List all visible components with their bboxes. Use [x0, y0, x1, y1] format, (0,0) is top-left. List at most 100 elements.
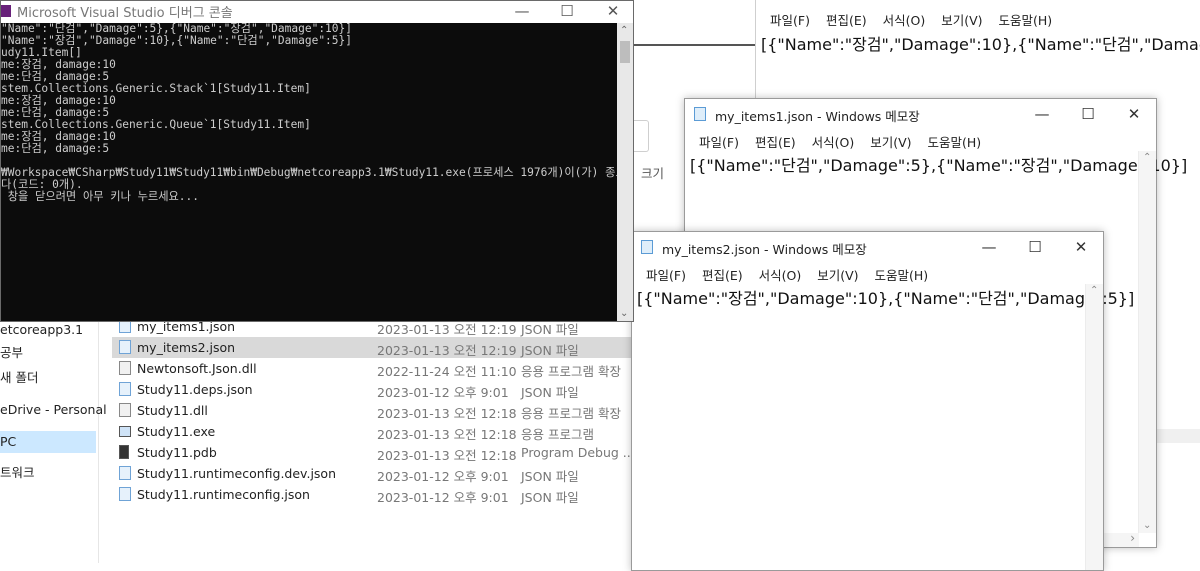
file-row[interactable]: Study11.pdb 2023-01-13 오전 12:18 Program De…	[112, 442, 635, 463]
json-file-icon	[119, 340, 131, 354]
json-file-icon	[119, 487, 131, 501]
file-type: Program Debug ...	[521, 445, 635, 460]
scroll-right-icon[interactable]: ›	[1130, 531, 1135, 545]
text-editor[interactable]: [{"Name":"장검","Damage":10},{"Name":"단검",…	[761, 31, 1200, 55]
menu-edit[interactable]: 편집(E)	[818, 10, 875, 29]
console-output[interactable]: "Name":"단검","Damage":5},{"Name":"장검","Da…	[1, 23, 617, 321]
menu-bar: 파일(F) 편집(E) 서식(O) 보기(V) 도움말(H)	[685, 130, 1156, 152]
visual-studio-icon	[1, 5, 11, 17]
file-type: JSON 파일	[521, 385, 579, 400]
console-line: me:단검, damage:5	[1, 142, 110, 155]
json-file-icon	[119, 466, 131, 480]
file-row[interactable]: Study11.deps.json 2023-01-12 오후 9:01 JSON …	[112, 379, 632, 400]
file-row[interactable]: my_items2.json 2023-01-13 오전 12:19 JSON 파일	[112, 337, 632, 358]
menu-edit[interactable]: 편집(E)	[747, 132, 804, 151]
size-column-header[interactable]: 크기	[641, 163, 664, 182]
scroll-thumb[interactable]	[620, 41, 630, 63]
menu-help[interactable]: 도움말(H)	[991, 10, 1061, 29]
nav-item-network[interactable]: 트워크	[0, 462, 96, 484]
menu-view[interactable]: 보기(V)	[933, 10, 990, 29]
file-date: 2023-01-13 오전 12:19	[377, 343, 517, 358]
minimize-icon[interactable]: —	[966, 232, 1012, 262]
window-title: my_items1.json - Windows 메모장	[715, 109, 920, 124]
file-name: Newtonsoft.Json.dll	[137, 361, 257, 376]
scroll-down-icon[interactable]: ⌄	[1143, 520, 1151, 531]
console-line: ₩Workspace₩CSharp₩Study11₩Study11₩bin₩De…	[1, 166, 617, 179]
close-icon[interactable]: ✕	[590, 1, 636, 23]
maximize-icon[interactable]: ☐	[544, 1, 590, 23]
file-type: 응용 프로그램 확장	[521, 406, 621, 421]
file-date: 2023-01-12 오후 9:01	[377, 490, 509, 505]
menu-edit[interactable]: 편집(E)	[694, 265, 751, 284]
notepad-window-items2: my_items2.json - Windows 메모장 — ☐ ✕ 파일(F)…	[631, 231, 1134, 571]
debug-console-window: Microsoft Visual Studio 디버그 콘솔 — ☐ ✕ "Na…	[0, 0, 634, 322]
scroll-corner	[1157, 429, 1200, 443]
file-date: 2023-01-13 오전 12:18	[377, 427, 517, 442]
console-line: 창을 닫으려면 아무 키나 누르세요...	[1, 190, 199, 203]
search-box-edge[interactable]	[634, 120, 649, 152]
file-date: 2023-01-13 오전 12:18	[377, 406, 517, 421]
file-type: JSON 파일	[521, 469, 579, 484]
menu-file[interactable]: 파일(F)	[691, 132, 747, 151]
nav-item-study[interactable]: 공부	[0, 342, 96, 364]
pdb-file-icon	[119, 445, 129, 459]
file-name: Study11.pdb	[137, 445, 217, 460]
title-bar[interactable]: Microsoft Visual Studio 디버그 콘솔 — ☐ ✕	[1, 1, 633, 23]
file-date: 2023-01-12 오후 9:01	[377, 385, 509, 400]
file-name: Study11.exe	[137, 424, 216, 439]
maximize-icon[interactable]: ☐	[1012, 232, 1058, 262]
minimize-icon[interactable]: —	[499, 1, 545, 23]
text-editor[interactable]: [{"Name":"단검","Damage":5},{"Name":"장검","…	[690, 152, 1187, 176]
dll-file-icon	[119, 361, 131, 375]
menu-help[interactable]: 도움말(H)	[867, 265, 937, 284]
file-row[interactable]: Study11.runtimeconfig.dev.json 2023-01-12…	[112, 463, 632, 484]
scroll-up-icon[interactable]: ⌃	[1090, 285, 1098, 296]
minimize-icon[interactable]: —	[1019, 99, 1065, 129]
scroll-up-icon[interactable]: ⌃	[1143, 152, 1151, 163]
file-name: Study11.deps.json	[137, 382, 253, 397]
file-name: my_items2.json	[137, 340, 236, 355]
title-bar[interactable]: my_items1.json - Windows 메모장 — ☐ ✕	[685, 99, 1156, 129]
file-row[interactable]: Newtonsoft.Json.dll 2022-11-24 오전 11:10 응용…	[112, 358, 632, 379]
dll-file-icon	[119, 403, 131, 417]
scroll-down-icon[interactable]: ⌄	[620, 308, 628, 319]
menu-format[interactable]: 서식(O)	[804, 132, 863, 151]
maximize-icon[interactable]: ☐	[1065, 99, 1111, 129]
file-type: JSON 파일	[521, 343, 579, 358]
window-title: Microsoft Visual Studio 디버그 콘솔	[17, 6, 233, 21]
menu-view[interactable]: 보기(V)	[862, 132, 919, 151]
console-line: "Name":"장검","Damage":10},{"Name":"단검","D…	[1, 34, 353, 47]
nav-item-netcoreapp[interactable]: etcoreapp3.1	[0, 319, 96, 341]
file-type: 응용 프로그램	[521, 427, 594, 442]
file-date: 2022-11-24 오전 11:10	[377, 364, 517, 379]
exe-file-icon	[119, 426, 131, 437]
vertical-scrollbar[interactable]: ⌃	[1085, 284, 1103, 570]
file-row[interactable]: Study11.exe 2023-01-13 오전 12:18 응용 프로그램	[112, 421, 632, 442]
menu-bar: 파일(F) 편집(E) 서식(O) 보기(V) 도움말(H)	[632, 263, 1103, 285]
file-row[interactable]: Study11.runtimeconfig.json 2023-01-12 오후 …	[112, 484, 632, 505]
nav-item-onedrive[interactable]: eDrive - Personal	[0, 399, 107, 421]
menu-help[interactable]: 도움말(H)	[920, 132, 990, 151]
ribbon-divider	[634, 44, 760, 46]
close-icon[interactable]: ✕	[1111, 99, 1157, 129]
nav-item-new-folder[interactable]: 새 폴더	[0, 367, 96, 389]
menu-format[interactable]: 서식(O)	[875, 10, 934, 29]
text-editor[interactable]: [{"Name":"장검","Damage":10},{"Name":"단검",…	[637, 285, 1134, 309]
file-type: JSON 파일	[521, 490, 579, 505]
menu-file[interactable]: 파일(F)	[762, 10, 818, 29]
vertical-scrollbar[interactable]: ⌃ ⌄	[1138, 151, 1156, 533]
scroll-up-icon[interactable]: ⌃	[620, 25, 628, 36]
nav-item-this-pc[interactable]: PC	[0, 431, 96, 453]
vertical-scrollbar[interactable]: ⌃ ⌄	[617, 23, 633, 321]
menu-view[interactable]: 보기(V)	[809, 265, 866, 284]
notepad-icon	[694, 107, 706, 121]
title-bar[interactable]: my_items2.json - Windows 메모장 — ☐ ✕	[632, 232, 1103, 262]
file-date: 2023-01-12 오후 9:01	[377, 469, 509, 484]
window-title: my_items2.json - Windows 메모장	[662, 242, 867, 257]
file-row[interactable]: Study11.dll 2023-01-13 오전 12:18 응용 프로그램 확장	[112, 400, 632, 421]
menu-file[interactable]: 파일(F)	[638, 265, 694, 284]
close-icon[interactable]: ✕	[1058, 232, 1104, 262]
menu-format[interactable]: 서식(O)	[751, 265, 810, 284]
file-date: 2023-01-13 오전 12:18	[377, 448, 517, 463]
file-name: Study11.dll	[137, 403, 208, 418]
